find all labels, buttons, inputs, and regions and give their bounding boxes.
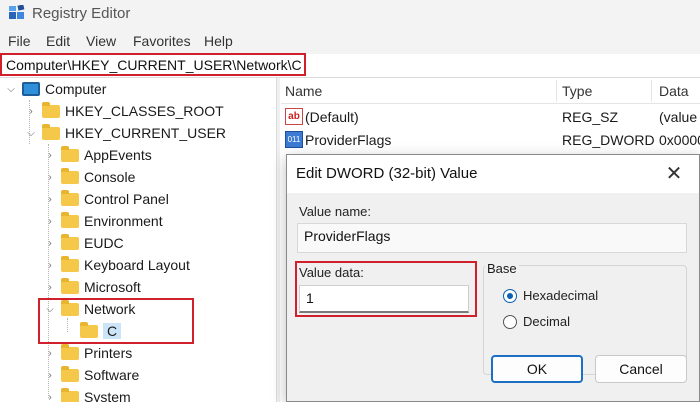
tree-item-eudc[interactable]: › EUDC [43, 232, 124, 254]
chevron-right-icon[interactable]: › [43, 282, 57, 293]
string-value-icon: ab [285, 108, 303, 125]
chevron-down-icon[interactable]: ⌵ [4, 84, 18, 95]
decimal-label[interactable]: Decimal [523, 314, 570, 329]
tree-item-hkcr[interactable]: › HKEY_CLASSES_ROOT [24, 100, 224, 122]
network-highlight-box [38, 298, 194, 344]
ok-button[interactable]: OK [491, 355, 583, 383]
hexadecimal-radio[interactable] [503, 289, 517, 303]
registry-tree: ⌵ Computer › HKEY_CLASSES_ROOT ⌵ HKEY_CU… [0, 78, 276, 402]
pane-splitter[interactable] [276, 78, 280, 402]
chevron-right-icon[interactable]: › [43, 216, 57, 227]
folder-icon [61, 343, 79, 360]
menu-bar: File Edit View Favorites Help [0, 30, 700, 54]
menu-file[interactable]: File [8, 33, 31, 49]
chevron-right-icon[interactable]: › [43, 172, 57, 183]
chevron-down-icon[interactable]: ⌵ [24, 128, 38, 139]
tree-item-printers[interactable]: › Printers [43, 342, 132, 364]
close-icon[interactable]: ✕ [661, 161, 687, 187]
edit-dword-dialog: Edit DWORD (32-bit) Value ✕ Value name: … [286, 154, 700, 402]
cancel-button[interactable]: Cancel [595, 355, 687, 383]
folder-icon [61, 189, 79, 206]
folder-icon [42, 123, 60, 140]
folder-icon [61, 277, 79, 294]
chevron-right-icon[interactable]: › [43, 194, 57, 205]
tree-item-console[interactable]: › Console [43, 166, 135, 188]
column-header-name[interactable]: Name [285, 83, 322, 99]
values-list-header: Name Type Data [281, 78, 700, 104]
column-header-type[interactable]: Type [562, 83, 592, 99]
folder-icon [61, 211, 79, 228]
tree-item-software[interactable]: › Software [43, 364, 139, 386]
menu-edit[interactable]: Edit [46, 33, 70, 49]
tree-item-microsoft[interactable]: › Microsoft [43, 276, 141, 298]
chevron-right-icon[interactable]: › [43, 392, 57, 402]
registry-editor-icon [9, 5, 25, 19]
menu-favorites[interactable]: Favorites [133, 33, 191, 49]
title-bar: Registry Editor [0, 0, 700, 30]
computer-icon [22, 82, 40, 96]
tree-item-system[interactable]: › System [43, 386, 131, 402]
chevron-right-icon[interactable]: › [43, 150, 57, 161]
folder-icon [61, 145, 79, 162]
column-header-data[interactable]: Data [659, 83, 689, 99]
dialog-title-bar: Edit DWORD (32-bit) Value ✕ [287, 155, 699, 193]
hexadecimal-label[interactable]: Hexadecimal [523, 288, 598, 303]
folder-icon [61, 167, 79, 184]
tree-item-keyboard-layout[interactable]: › Keyboard Layout [43, 254, 190, 276]
tree-item-control-panel[interactable]: › Control Panel [43, 188, 169, 210]
menu-help[interactable]: Help [204, 33, 233, 49]
address-highlight-box [0, 53, 306, 76]
dialog-body: Value name: ProviderFlags Value data: 1 … [287, 193, 699, 401]
folder-icon [61, 255, 79, 272]
folder-icon [42, 101, 60, 118]
value-row-providerflags[interactable]: 011 ProviderFlags REG_DWORD 0x0000 [281, 129, 700, 151]
base-label: Base [485, 261, 519, 276]
chevron-right-icon[interactable]: › [24, 106, 38, 117]
chevron-right-icon[interactable]: › [43, 238, 57, 249]
tree-item-environment[interactable]: › Environment [43, 210, 163, 232]
chevron-right-icon[interactable]: › [43, 348, 57, 359]
dialog-title: Edit DWORD (32-bit) Value [296, 165, 478, 182]
menu-view[interactable]: View [86, 33, 116, 49]
value-name-field[interactable]: ProviderFlags [297, 223, 687, 253]
folder-icon [61, 365, 79, 382]
decimal-radio[interactable] [503, 315, 517, 329]
chevron-right-icon[interactable]: › [43, 370, 57, 381]
tree-item-computer[interactable]: ⌵ Computer [4, 78, 106, 100]
value-name-label: Value name: [299, 204, 372, 219]
tree-item-hkcu[interactable]: ⌵ HKEY_CURRENT_USER [24, 122, 226, 144]
folder-icon [61, 233, 79, 250]
tree-item-appevents[interactable]: › AppEvents [43, 144, 152, 166]
folder-icon [61, 387, 79, 402]
value-row-default[interactable]: ab (Default) REG_SZ (value [281, 106, 700, 128]
value-data-highlight-box [295, 261, 477, 317]
binary-value-icon: 011 [285, 131, 303, 148]
window-title: Registry Editor [32, 5, 131, 22]
chevron-right-icon[interactable]: › [43, 260, 57, 271]
